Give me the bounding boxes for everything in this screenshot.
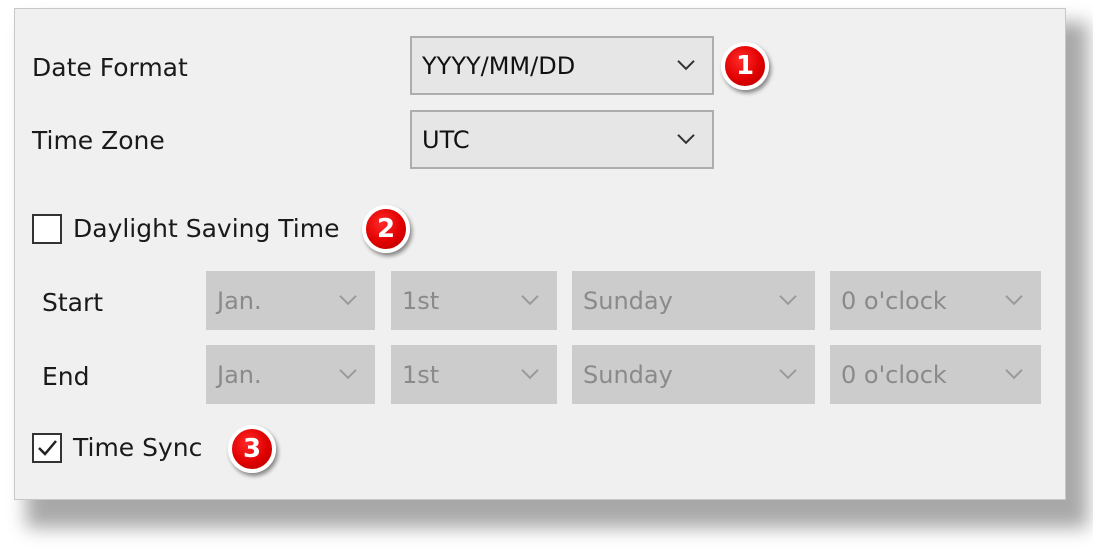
date-format-label: Date Format <box>32 53 188 82</box>
chevron-down-icon <box>339 368 357 379</box>
dst-end-week-select[interactable]: 1st <box>391 345 557 404</box>
time-zone-value: UTC <box>422 125 470 154</box>
dst-start-week-select[interactable]: 1st <box>391 271 557 330</box>
date-time-settings-panel: Date Format YYYY/MM/DD 1 Time Zone UTC D… <box>14 8 1066 500</box>
dst-end-day-select[interactable]: Sunday <box>572 345 815 404</box>
callout-badge-3: 3 <box>228 425 276 473</box>
time-sync-checkbox[interactable] <box>32 433 62 463</box>
time-sync-label: Time Sync <box>73 433 203 462</box>
checkmark-icon <box>38 440 57 456</box>
date-format-select[interactable]: YYYY/MM/DD <box>410 36 714 95</box>
dst-start-month-select[interactable]: Jan. <box>206 271 375 330</box>
callout-badge-1: 1 <box>721 42 769 90</box>
chevron-down-icon <box>521 294 539 305</box>
dst-end-hour-value: 0 o'clock <box>841 360 947 389</box>
dst-end-month-select[interactable]: Jan. <box>206 345 375 404</box>
settings-screenshot: Date Format YYYY/MM/DD 1 Time Zone UTC D… <box>0 0 1093 550</box>
chevron-down-icon <box>339 294 357 305</box>
time-zone-label: Time Zone <box>32 126 165 155</box>
dst-start-month-value: Jan. <box>217 286 262 315</box>
dst-end-hour-select[interactable]: 0 o'clock <box>830 345 1041 404</box>
chevron-down-icon <box>1005 368 1023 379</box>
time-zone-select[interactable]: UTC <box>410 110 714 169</box>
dst-start-hour-select[interactable]: 0 o'clock <box>830 271 1041 330</box>
chevron-down-icon <box>779 294 797 305</box>
dst-end-week-value: 1st <box>402 360 440 389</box>
dst-start-day-value: Sunday <box>583 286 673 315</box>
dst-end-day-value: Sunday <box>583 360 673 389</box>
chevron-down-icon <box>779 368 797 379</box>
chevron-down-icon <box>677 59 695 70</box>
chevron-down-icon <box>521 368 539 379</box>
dst-start-day-select[interactable]: Sunday <box>572 271 815 330</box>
dst-end-label: End <box>42 362 90 391</box>
daylight-saving-checkbox[interactable] <box>32 214 62 244</box>
dst-start-hour-value: 0 o'clock <box>841 286 947 315</box>
callout-badge-2: 2 <box>362 205 410 253</box>
date-format-value: YYYY/MM/DD <box>422 51 576 80</box>
dst-start-week-value: 1st <box>402 286 440 315</box>
dst-end-month-value: Jan. <box>217 360 262 389</box>
daylight-saving-label: Daylight Saving Time <box>73 214 340 243</box>
chevron-down-icon <box>1005 294 1023 305</box>
chevron-down-icon <box>677 133 695 144</box>
dst-start-label: Start <box>42 288 104 317</box>
